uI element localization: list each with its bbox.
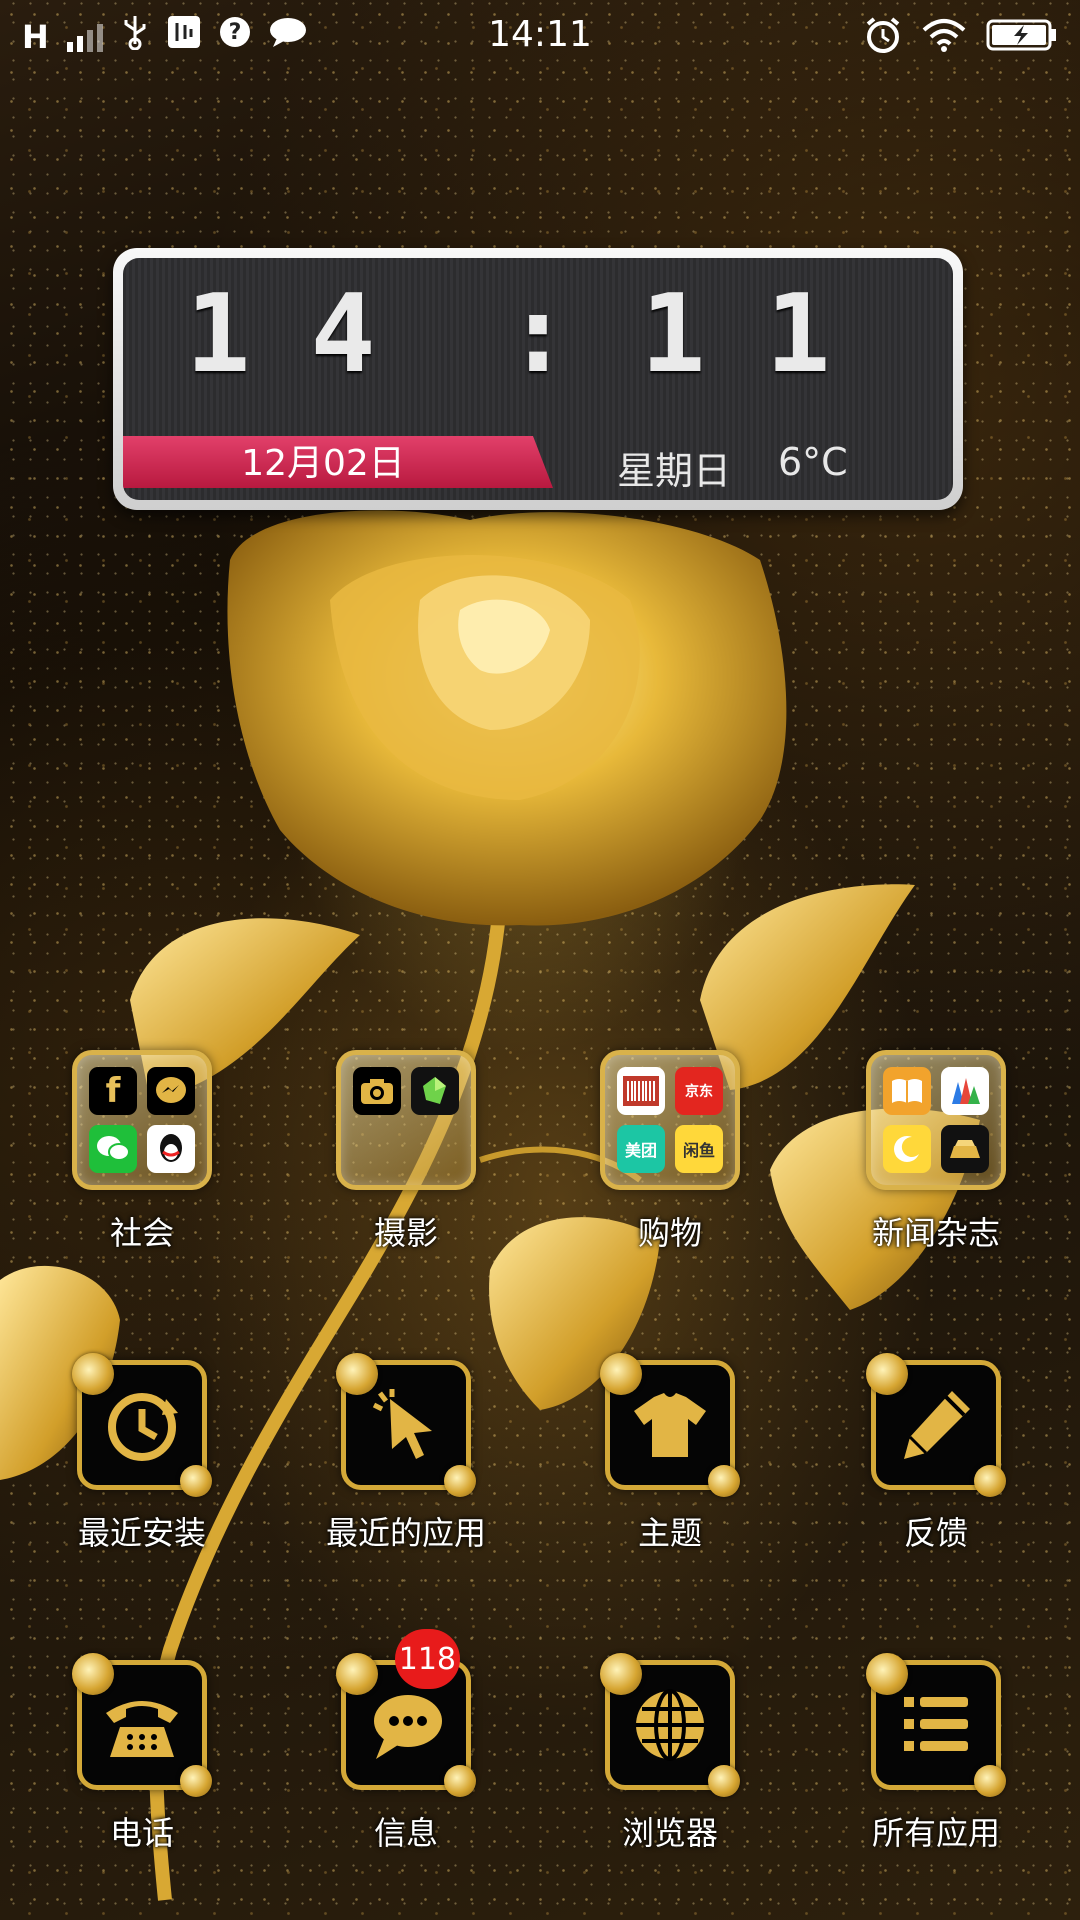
unread-badge: 118 <box>394 1629 460 1689</box>
app-messages[interactable]: 118 信息 <box>316 1629 496 1854</box>
app-label: 浏览器 <box>621 1814 718 1852</box>
app-label: 反馈 <box>903 1514 968 1552</box>
xianyu-icon: 闲鱼 <box>675 1125 723 1173</box>
widget-temperature: 6°C <box>778 440 848 484</box>
barcode-icon <box>617 1067 665 1115</box>
cursor-icon <box>372 1389 432 1459</box>
folder-social[interactable]: f 社会 <box>52 1050 232 1254</box>
pencil-icon <box>904 1391 970 1459</box>
qq-icon <box>147 1125 195 1173</box>
folder-news-icon <box>866 1050 1006 1190</box>
app-label: 电话 <box>109 1814 174 1852</box>
folder-social-icon: f <box>72 1050 212 1190</box>
gold-icon <box>941 1125 989 1173</box>
photo-editor-icon <box>411 1067 459 1115</box>
moon-icon <box>883 1125 931 1173</box>
wifi-icon <box>922 18 966 61</box>
list-icon <box>904 1697 968 1751</box>
wechat-icon <box>89 1125 137 1173</box>
app-feedback[interactable]: 反馈 <box>846 1353 1026 1554</box>
app-label: 最近的应用 <box>325 1514 486 1552</box>
messenger-icon <box>147 1067 195 1115</box>
message-icon <box>374 1695 442 1759</box>
app-label: 信息 <box>373 1814 438 1852</box>
status-bar: H ? 14:11 <box>0 0 1080 72</box>
app-label: 最近安装 <box>77 1514 206 1552</box>
meituan-icon: 美团 <box>617 1125 665 1173</box>
app-all-apps[interactable]: 所有应用 <box>846 1653 1026 1854</box>
jd-icon: 京东 <box>675 1067 723 1115</box>
app-theme[interactable]: 主题 <box>580 1353 760 1554</box>
folder-label: 社会 <box>109 1214 174 1252</box>
folder-shopping-icon: 京东 美团 闲鱼 <box>600 1050 740 1190</box>
app-label: 所有应用 <box>871 1814 1000 1852</box>
book-icon <box>883 1067 931 1115</box>
recent-install-icon <box>108 1393 178 1461</box>
news-icon <box>941 1067 989 1115</box>
clock-widget[interactable]: 14 : 11 12月02日 星期日 6°C <box>113 248 963 510</box>
widget-weekday: 星期日 <box>617 449 732 493</box>
battery-charging-icon <box>986 19 1058 60</box>
tshirt-icon <box>634 1393 706 1457</box>
app-label: 主题 <box>637 1514 702 1552</box>
camera-icon <box>353 1067 401 1115</box>
facebook-icon: f <box>89 1067 137 1115</box>
app-browser[interactable]: 浏览器 <box>580 1653 760 1854</box>
app-recent-install[interactable]: 最近安装 <box>52 1353 232 1554</box>
globe-icon <box>636 1689 704 1761</box>
widget-minute: 11 <box>640 272 891 397</box>
folder-label: 新闻杂志 <box>871 1214 1000 1252</box>
widget-colon: : <box>505 272 571 397</box>
folder-label: 购物 <box>637 1214 702 1252</box>
folder-news[interactable]: 新闻杂志 <box>846 1050 1026 1254</box>
folder-shopping[interactable]: 京东 美团 闲鱼 购物 <box>580 1050 760 1254</box>
phone-icon <box>106 1701 178 1757</box>
folder-photography-icon <box>336 1050 476 1190</box>
widget-hour: 14 <box>185 272 436 397</box>
folder-photography[interactable]: 摄影 <box>316 1050 496 1254</box>
folder-label: 摄影 <box>373 1214 438 1252</box>
app-recent-apps[interactable]: 最近的应用 <box>316 1353 496 1554</box>
widget-date: 12月02日 <box>241 443 405 484</box>
alarm-icon <box>864 16 902 63</box>
app-phone[interactable]: 电话 <box>52 1653 232 1854</box>
